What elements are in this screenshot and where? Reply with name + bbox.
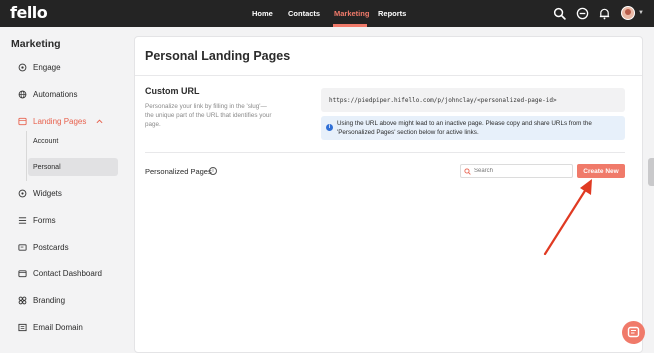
title-divider bbox=[135, 75, 642, 76]
page-title: Personal Landing Pages bbox=[145, 49, 291, 63]
top-nav-bar: fello Home Contacts Marketing Reports ▼ bbox=[0, 0, 654, 27]
sidebar-title: Marketing bbox=[11, 38, 61, 50]
sidebar-subitem-personal[interactable]: Personal bbox=[28, 158, 118, 176]
sidebar-item-forms[interactable]: Forms bbox=[18, 213, 56, 227]
sidebar-item-label: Postcards bbox=[33, 242, 69, 252]
chevron-down-icon[interactable]: ▼ bbox=[638, 10, 644, 16]
sidebar-item-email-domain[interactable]: Email Domain bbox=[18, 320, 83, 334]
postcard-icon bbox=[18, 243, 27, 251]
sidebar-item-label: Landing Pages bbox=[33, 116, 87, 126]
sidebar-item-branding[interactable]: Branding bbox=[18, 293, 65, 307]
landing-pages-icon bbox=[18, 117, 27, 125]
form-icon bbox=[18, 216, 27, 224]
sidebar-item-label: Forms bbox=[33, 215, 56, 225]
custom-url-title: Custom URL bbox=[145, 86, 200, 96]
sidebar-item-label: Automations bbox=[33, 89, 78, 99]
bell-icon[interactable] bbox=[598, 7, 611, 20]
nav-active-underline bbox=[333, 24, 367, 27]
nav-contacts[interactable]: Contacts bbox=[288, 9, 320, 18]
target-icon bbox=[18, 63, 27, 71]
create-new-button[interactable]: Create New bbox=[577, 164, 625, 178]
globe-icon bbox=[18, 90, 27, 98]
branding-icon bbox=[18, 296, 27, 304]
sidebar-item-label: Contact Dashboard bbox=[33, 268, 102, 278]
info-banner: i Using the URL above might lead to an i… bbox=[321, 116, 625, 140]
sidebar-item-label: Widgets bbox=[33, 188, 62, 198]
nav-reports[interactable]: Reports bbox=[378, 9, 406, 18]
sidebar-item-label: Branding bbox=[33, 295, 66, 305]
section-divider bbox=[145, 152, 625, 153]
dashboard-icon bbox=[18, 269, 27, 277]
sidebar-item-label: Email Domain bbox=[33, 322, 83, 332]
nav-home[interactable]: Home bbox=[252, 9, 273, 18]
side-scroll-handle[interactable] bbox=[648, 158, 654, 186]
sidebar-item-postcards[interactable]: Postcards bbox=[18, 240, 69, 254]
sidebar-item-widgets[interactable]: Widgets bbox=[18, 186, 62, 200]
sidebar-item-label: Engage bbox=[33, 62, 61, 72]
clock-icon[interactable] bbox=[576, 7, 589, 20]
info-circle-icon[interactable]: i bbox=[209, 167, 217, 175]
chevron-up-icon[interactable] bbox=[96, 118, 103, 125]
user-avatar[interactable] bbox=[621, 6, 635, 20]
search-box[interactable] bbox=[460, 164, 573, 178]
search-icon[interactable] bbox=[553, 7, 566, 20]
sidebar-item-landing-pages[interactable]: Landing Pages bbox=[18, 114, 103, 128]
custom-url-field[interactable]: https://piedpiper.hifello.com/p/johnclay… bbox=[321, 88, 625, 112]
personalized-pages-label: Personalized Pages bbox=[145, 167, 212, 176]
custom-url-description: Personalize your link by filling in the … bbox=[145, 103, 272, 128]
info-banner-text: Using the URL above might lead to an ina… bbox=[337, 120, 592, 136]
sidebar-item-engage[interactable]: Engage bbox=[18, 60, 61, 74]
fello-logo[interactable]: fello bbox=[10, 3, 48, 22]
sidebar-item-automations[interactable]: Automations bbox=[18, 87, 77, 101]
info-icon: i bbox=[326, 124, 333, 131]
nav-marketing[interactable]: Marketing bbox=[334, 9, 369, 18]
search-input[interactable] bbox=[474, 168, 570, 174]
widget-icon bbox=[18, 189, 27, 197]
sidebar-item-contact-dashboard[interactable]: Contact Dashboard bbox=[18, 266, 102, 280]
submenu-divider bbox=[26, 131, 27, 181]
sidebar-subitem-account[interactable]: Account bbox=[28, 132, 118, 150]
custom-url-value: https://piedpiper.hifello.com/p/johnclay… bbox=[329, 96, 557, 104]
help-chat-button[interactable] bbox=[622, 321, 645, 344]
email-domain-icon bbox=[18, 323, 27, 331]
search-icon bbox=[464, 167, 471, 175]
annotation-arrow bbox=[543, 179, 592, 256]
chat-icon bbox=[627, 326, 640, 338]
